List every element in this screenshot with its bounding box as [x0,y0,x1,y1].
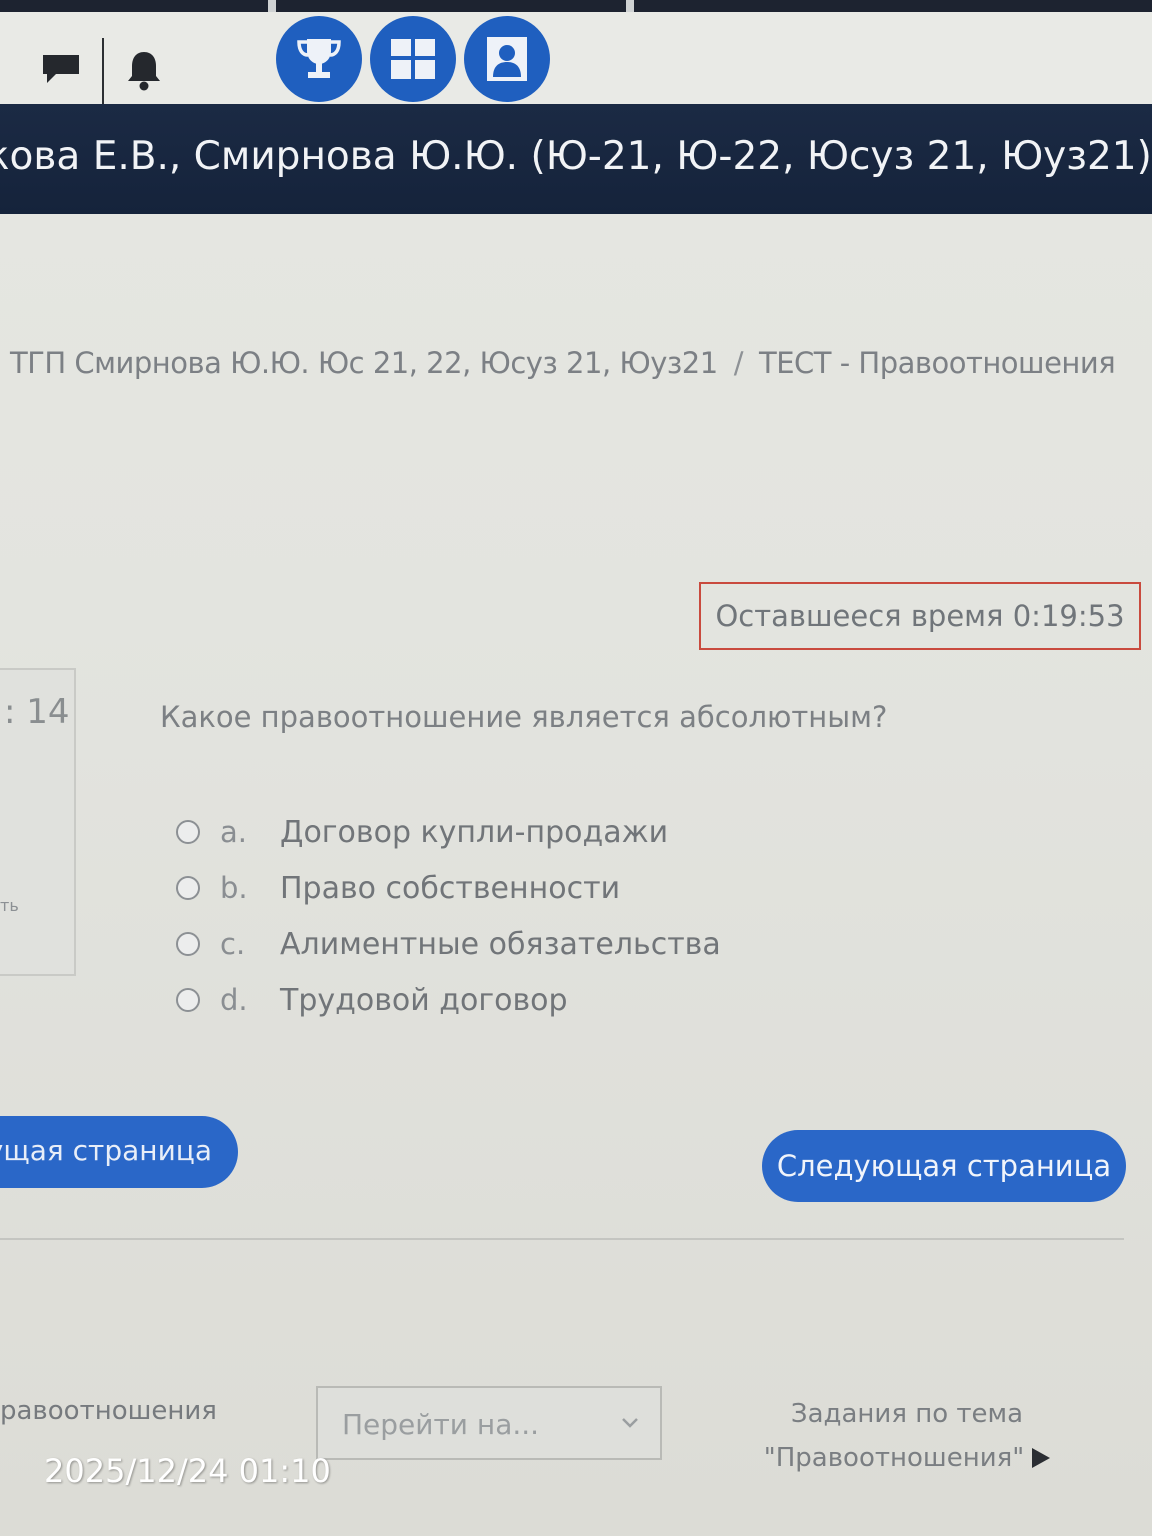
trophy-icon [297,39,341,78]
breadcrumb-separator: / [733,346,744,380]
answer-label[interactable]: Договор купли-продажи [280,815,668,850]
top-navbar [0,0,1152,104]
answer-label[interactable]: Право собственности [280,871,620,906]
course-title: кова Е.В., Смирнова Ю.Ю. (Ю-21, Ю-22, Юс… [0,134,1152,179]
breadcrumb-course-link[interactable]: ТГП Смирнова Ю.Ю. Юс 21, 22, Юсуз 21, Юу… [10,346,718,380]
answer-letter: b. [220,871,248,905]
answer-options: a. Договор купли-продажи b. Право собств… [176,804,721,1028]
profile-icon [487,37,527,81]
navbar-divider [102,38,104,104]
answer-letter: c. [220,927,246,961]
answer-label[interactable]: Алиментные обязательства [280,927,721,962]
grid-icon [391,39,435,79]
radio-button[interactable] [176,876,200,900]
answer-option[interactable]: d. Трудовой договор [176,972,721,1028]
question-info-box: : 14 ть [0,668,76,976]
photo-timestamp: 2025/12/24 01:10 [44,1452,331,1490]
radio-button[interactable] [176,988,200,1012]
breadcrumb-quiz-link[interactable]: ТЕСТ - Правоотношения [759,346,1116,380]
answer-option[interactable]: c. Алиментные обязательства [176,916,721,972]
question-text: Какое правоотношение является абсолютным… [160,700,888,734]
flag-question-link[interactable]: ть [0,896,19,915]
top-strip [0,0,1152,12]
time-remaining-box: Оставшееся время 0:19:53 [699,582,1141,650]
arrow-right-icon [1032,1448,1051,1468]
answer-option[interactable]: b. Право собственности [176,860,721,916]
next-activity-line1: Задания по тема [790,1399,1024,1429]
chat-icon[interactable] [40,52,82,86]
section-divider [0,1238,1124,1240]
dashboard-button[interactable] [370,16,456,102]
trophy-button[interactable] [276,16,362,102]
course-header: кова Е.В., Смирнова Ю.Ю. (Ю-21, Ю-22, Юс… [0,104,1152,214]
previous-activity-link[interactable]: равоотношения [0,1396,217,1426]
radio-button[interactable] [176,820,200,844]
next-activity-line2: "Правоотношения" [763,1443,1025,1473]
previous-page-button[interactable]: дущая страница [0,1116,238,1188]
answer-option[interactable]: a. Договор купли-продажи [176,804,721,860]
jump-to-placeholder: Перейти на... [342,1408,540,1441]
answer-letter: a. [220,815,247,849]
next-page-button[interactable]: Следующая страница [762,1130,1126,1202]
answer-label[interactable]: Трудовой договор [280,983,568,1018]
breadcrumb: ТГП Смирнова Ю.Ю. Юс 21, 22, Юсуз 21, Юу… [10,346,1116,380]
bell-icon[interactable] [124,48,164,92]
profile-button[interactable] [464,16,550,102]
answer-letter: d. [220,983,248,1017]
previous-page-label: дущая страница [0,1134,212,1167]
chevron-down-icon [622,1418,638,1428]
question-number: : 14 [4,692,70,732]
radio-button[interactable] [176,932,200,956]
next-activity-link[interactable]: Задания по тема "Правоотношения" [752,1392,1062,1480]
jump-to-select[interactable]: Перейти на... [316,1386,662,1460]
